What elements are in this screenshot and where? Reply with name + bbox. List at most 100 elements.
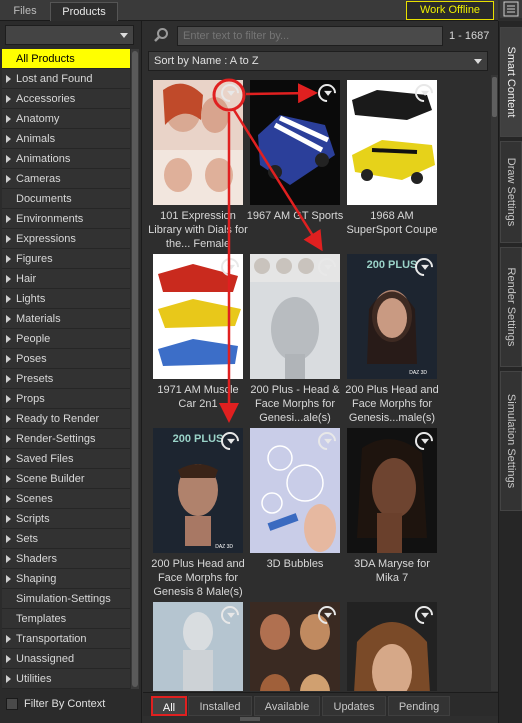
search-input[interactable] (177, 26, 443, 46)
product-thumbnail[interactable] (153, 602, 243, 691)
category-label: Poses (16, 353, 47, 365)
category-item[interactable]: Lights (2, 289, 130, 309)
expand-triangle-icon[interactable] (6, 275, 11, 283)
category-item[interactable]: Accessories (2, 89, 130, 109)
expand-triangle-icon[interactable] (6, 495, 11, 503)
product-thumbnail[interactable] (250, 602, 340, 691)
expand-triangle-icon[interactable] (6, 155, 11, 163)
tab-products[interactable]: Products (50, 2, 118, 21)
menu-arrow-icon (227, 264, 236, 270)
product-thumbnail[interactable] (347, 428, 437, 553)
category-item[interactable]: Animals (2, 129, 130, 149)
category-item[interactable]: Materials (2, 309, 130, 329)
resize-grip[interactable] (240, 717, 260, 721)
scrollbar-thumb[interactable] (492, 77, 497, 117)
category-item[interactable]: Scene Builder (2, 469, 130, 489)
category-item[interactable]: Transportation (2, 629, 130, 649)
product-thumbnail[interactable] (250, 428, 340, 553)
expand-triangle-icon[interactable] (6, 515, 11, 523)
filter-tab-pending[interactable]: Pending (388, 696, 450, 716)
category-item[interactable]: Simulation-Settings (2, 589, 130, 609)
filter-tab-installed[interactable]: Installed (188, 696, 252, 716)
category-item[interactable]: Props (2, 389, 130, 409)
category-item[interactable]: Presets (2, 369, 130, 389)
category-scrollbar[interactable] (131, 49, 139, 689)
category-item[interactable]: Scenes (2, 489, 130, 509)
product-thumbnail[interactable] (347, 80, 437, 205)
expand-triangle-icon[interactable] (6, 135, 11, 143)
filter-tab-updates[interactable]: Updates (322, 696, 386, 716)
category-item[interactable]: Environments (2, 209, 130, 229)
side-tab-smart-content[interactable]: Smart Content (500, 27, 522, 137)
expand-triangle-icon[interactable] (6, 335, 11, 343)
category-item[interactable]: Figures (2, 249, 130, 269)
product-thumbnail[interactable] (153, 254, 243, 379)
menu-arrow-icon (421, 438, 430, 444)
category-item[interactable]: Unassigned (2, 649, 130, 669)
category-label: Cameras (16, 173, 61, 185)
expand-triangle-icon[interactable] (6, 355, 11, 363)
expand-triangle-icon[interactable] (6, 295, 11, 303)
category-item[interactable]: Hair (2, 269, 130, 289)
sort-select[interactable]: Sort by Name : A to Z (148, 51, 488, 71)
expand-triangle-icon[interactable] (6, 115, 11, 123)
category-item[interactable]: Cameras (2, 169, 130, 189)
product-thumbnail[interactable]: 200 PLUS DAZ 3D (347, 254, 437, 379)
expand-triangle-icon[interactable] (6, 415, 11, 423)
scrollbar-thumb[interactable] (132, 51, 138, 687)
expand-triangle-icon[interactable] (6, 635, 11, 643)
category-item[interactable]: People (2, 329, 130, 349)
expand-triangle-icon[interactable] (6, 655, 11, 663)
tab-files[interactable]: Files (2, 2, 48, 21)
expand-triangle-icon[interactable] (6, 395, 11, 403)
category-item[interactable]: Animations (2, 149, 130, 169)
category-item[interactable]: Utilities (2, 669, 130, 689)
product-scrollbar[interactable] (491, 75, 498, 691)
expand-triangle-icon[interactable] (6, 315, 11, 323)
filter-tab-all[interactable]: All (151, 696, 187, 716)
product-thumbnail[interactable] (250, 254, 340, 379)
category-item[interactable]: Sets (2, 529, 130, 549)
product-thumbnail[interactable]: 200 PLUS DAZ 3D (153, 428, 243, 553)
menu-arrow-icon (421, 612, 430, 618)
category-item[interactable]: Templates (2, 609, 130, 629)
expand-triangle-icon[interactable] (6, 435, 11, 443)
category-item[interactable]: Expressions (2, 229, 130, 249)
expand-triangle-icon[interactable] (6, 215, 11, 223)
category-item[interactable]: Poses (2, 349, 130, 369)
category-item[interactable]: All Products (2, 49, 130, 69)
expand-triangle-icon[interactable] (6, 95, 11, 103)
filter-by-context-checkbox[interactable] (6, 698, 18, 710)
category-dropdown[interactable] (5, 25, 134, 45)
filter-tab-available[interactable]: Available (254, 696, 320, 716)
side-tab-render-settings[interactable]: Render Settings (500, 247, 522, 367)
category-item[interactable]: Ready to Render (2, 409, 130, 429)
side-tab-simulation-settings[interactable]: Simulation Settings (500, 371, 522, 511)
expand-triangle-icon[interactable] (6, 475, 11, 483)
expand-triangle-icon[interactable] (6, 535, 11, 543)
expand-triangle-icon[interactable] (6, 575, 11, 583)
expand-triangle-icon[interactable] (6, 255, 11, 263)
expand-triangle-icon[interactable] (6, 375, 11, 383)
category-item[interactable]: Scripts (2, 509, 130, 529)
work-offline-button[interactable]: Work Offline (406, 1, 494, 20)
expand-triangle-icon[interactable] (6, 75, 11, 83)
expand-triangle-icon[interactable] (6, 555, 11, 563)
panel-menu-icon[interactable] (500, 0, 522, 18)
category-item[interactable]: Saved Files (2, 449, 130, 469)
expand-triangle-icon[interactable] (6, 675, 11, 683)
category-item[interactable]: Shaping (2, 569, 130, 589)
expand-triangle-icon[interactable] (6, 175, 11, 183)
category-item[interactable]: Documents (2, 189, 130, 209)
product-thumbnail[interactable] (250, 80, 340, 205)
product-label: 200 Plus Head and Face Morphs for Genesi… (345, 384, 439, 424)
category-item[interactable]: Render-Settings (2, 429, 130, 449)
category-item[interactable]: Anatomy (2, 109, 130, 129)
expand-triangle-icon[interactable] (6, 455, 11, 463)
side-tab-draw-settings[interactable]: Draw Settings (500, 141, 522, 243)
category-item[interactable]: Shaders (2, 549, 130, 569)
product-thumbnail[interactable] (153, 80, 243, 205)
product-thumbnail[interactable] (347, 602, 437, 691)
category-item[interactable]: Lost and Found (2, 69, 130, 89)
expand-triangle-icon[interactable] (6, 235, 11, 243)
